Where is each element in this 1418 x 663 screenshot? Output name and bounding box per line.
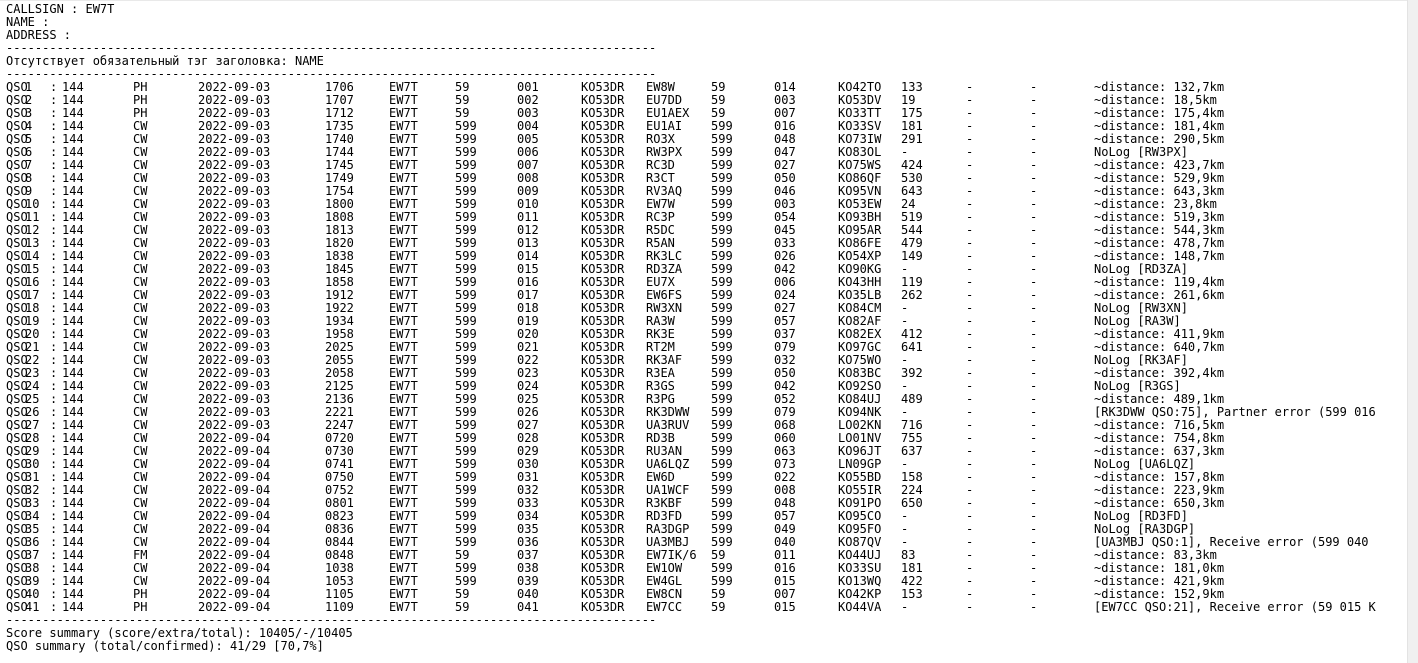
- time: 1109: [325, 600, 354, 614]
- extra-1: -: [966, 600, 974, 614]
- received-serial: 015: [774, 600, 796, 614]
- vertical-scrollbar[interactable]: [1407, 0, 1418, 663]
- log-viewer: CALLSIGN : EW7T NAME : ADDRESS : -------…: [0, 0, 1418, 663]
- call: EW7CC: [646, 600, 683, 614]
- top-border: [0, 0, 1408, 1]
- date: 2022-09-04: [198, 600, 271, 614]
- column-separator: :: [50, 600, 58, 614]
- qso-table: QSO 1 144 PH 2022-09-03 1706 EW7T 59 001 KO53DR EW…: [6, 81, 1406, 614]
- sent-rst: 59: [455, 600, 470, 614]
- received-rst: 59: [711, 600, 726, 614]
- mode: PH: [133, 600, 148, 614]
- own-locator: KO53DR: [581, 600, 625, 614]
- locator: KO44VA: [838, 600, 882, 614]
- result: [EW7CC QSO:21], Receive error (59 015 K: [1094, 600, 1376, 614]
- callsign-line: CALLSIGN : EW7T: [6, 2, 115, 16]
- table-row: QSO 41 144 PH 2022-09-04 1109 EW7T 59 041 KO53DR E…: [6, 601, 1406, 614]
- report-text: CALLSIGN : EW7T NAME : ADDRESS : -------…: [6, 3, 1406, 653]
- qso-summary: QSO summary (total/confirmed): 41/29 [70…: [6, 639, 324, 653]
- name-line: NAME :: [6, 15, 50, 29]
- own-call: EW7T: [389, 600, 418, 614]
- band: 144: [62, 600, 84, 614]
- extra-2: -: [1030, 600, 1038, 614]
- distance-km: -: [901, 600, 909, 614]
- sent-serial: 041: [517, 600, 539, 614]
- qso-number: 41: [25, 600, 40, 614]
